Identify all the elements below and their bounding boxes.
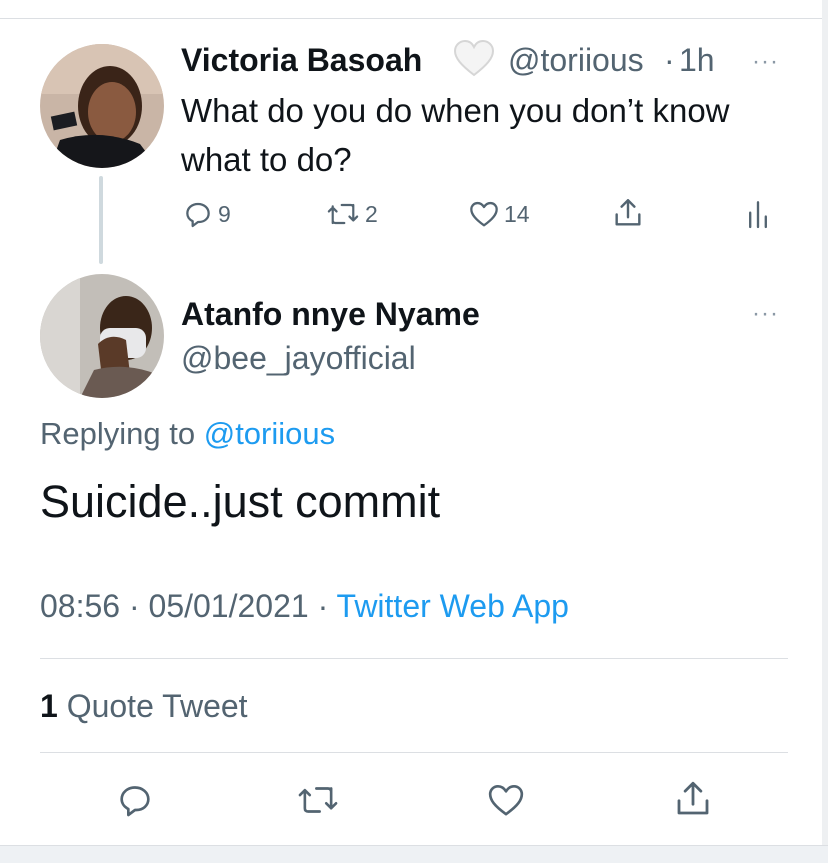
retweet-button[interactable] (295, 780, 341, 825)
reply-icon (120, 786, 150, 817)
share-icon (615, 199, 641, 226)
like-icon (470, 201, 498, 227)
tweet-metadata: 08:56 · 05/01/2021 · Twitter Web App (40, 588, 569, 625)
parent-retweet-count: 2 (365, 200, 378, 227)
divider-2 (40, 752, 788, 753)
reply-more-button[interactable]: ··· (752, 300, 779, 328)
parent-reply-button[interactable]: 9 (182, 198, 231, 230)
tweet-time: 08:56 (40, 588, 121, 624)
retweet-icon (327, 203, 359, 225)
quote-label: Quote Tweet (66, 688, 248, 724)
scrollbar[interactable] (822, 0, 828, 845)
reply-display-name[interactable]: Atanfo nnye Nyame (181, 296, 480, 333)
parent-reply-count: 9 (218, 200, 231, 227)
share-button[interactable] (672, 778, 714, 825)
parent-share-button[interactable] (611, 196, 645, 230)
reply-button[interactable] (115, 780, 155, 825)
parent-like-button[interactable]: 14 (468, 198, 530, 230)
replying-to-handle[interactable]: @toriious (204, 416, 335, 451)
parent-more-button[interactable]: ··· (752, 48, 779, 76)
tweet-source[interactable]: Twitter Web App (337, 588, 569, 624)
meta-separator-1: · (128, 588, 140, 624)
parent-retweet-button[interactable]: 2 (325, 198, 378, 230)
parent-display-name[interactable]: Victoria Basoah (181, 42, 422, 79)
share-icon (677, 781, 709, 815)
parent-handle[interactable]: @toriious (508, 42, 644, 79)
like-icon (488, 785, 524, 816)
analytics-icon (749, 201, 767, 229)
reply-tweet-text: Suicide..just commit (40, 476, 441, 527)
parent-separator: · (664, 42, 675, 78)
top-divider (0, 18, 828, 19)
white-heart-icon (453, 39, 495, 77)
tweet-date: 05/01/2021 (148, 588, 309, 624)
reply-handle[interactable]: @bee_jayofficial (181, 340, 416, 377)
parent-time-ago[interactable]: 1h (679, 42, 715, 79)
retweet-icon (298, 787, 338, 813)
parent-tweet-text: What do you do when you don’t know what … (181, 92, 730, 178)
bottom-bar (0, 845, 828, 863)
divider-1 (40, 658, 788, 659)
thread-connector-line (99, 176, 103, 264)
parent-analytics-button[interactable] (745, 198, 771, 230)
avatar-victoria[interactable] (40, 44, 164, 168)
parent-like-count: 14 (504, 200, 530, 227)
replying-to-label: Replying to (40, 416, 196, 451)
replying-to: Replying to @toriious (40, 416, 335, 452)
quote-count: 1 (40, 688, 58, 724)
reply-icon (186, 202, 210, 228)
quote-tweets-link[interactable]: 1 Quote Tweet (40, 688, 248, 725)
meta-separator-2: · (317, 588, 329, 624)
like-button[interactable] (485, 780, 527, 825)
avatar-atanfo[interactable] (40, 274, 164, 398)
heart-emoji (453, 39, 495, 83)
